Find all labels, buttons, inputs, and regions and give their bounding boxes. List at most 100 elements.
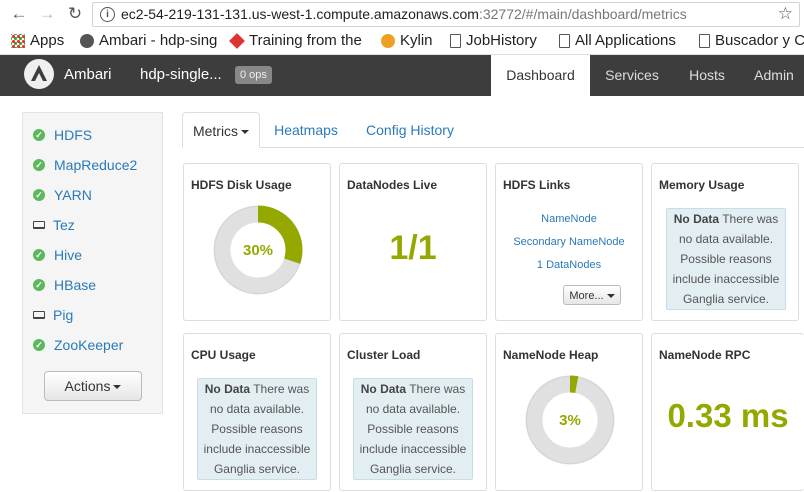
actions-button[interactable]: Actions xyxy=(44,371,142,401)
reload-icon[interactable]: ↻ xyxy=(64,3,86,25)
widget-namenode-heap[interactable]: NameNode Heap 3% xyxy=(495,333,643,491)
bookmark-label: Ambari - hdp-sing xyxy=(99,32,218,49)
bookmarks-bar: Apps Ambari - hdp-sing Training from the… xyxy=(0,28,804,55)
page-icon xyxy=(699,33,710,48)
more-label: More... xyxy=(569,290,604,302)
apps-grid-icon xyxy=(11,33,25,48)
bookmark-training[interactable]: Training from the xyxy=(229,32,362,49)
back-arrow-icon[interactable]: ← xyxy=(8,3,30,25)
widget-cluster-load[interactable]: Cluster Load No Data There was no data a… xyxy=(339,333,487,491)
no-data-text: There was no data available. Possible re… xyxy=(359,382,467,476)
widget-title: CPU Usage xyxy=(191,348,256,362)
no-data-message: No Data There was no data available. Pos… xyxy=(197,378,317,480)
cluster-name[interactable]: hdp-single... xyxy=(140,66,222,83)
widget-namenode-rpc[interactable]: NameNode RPC 0.33 ms xyxy=(651,333,804,491)
sidebar-item-mapreduce2[interactable]: ✓ MapReduce2 xyxy=(33,157,137,173)
tab-config-history[interactable]: Config History xyxy=(356,112,464,148)
sidebar-item-tez[interactable]: Tez xyxy=(33,217,75,233)
page-icon xyxy=(559,33,570,48)
service-label: MapReduce2 xyxy=(54,157,138,173)
bookmark-jobhistory[interactable]: JobHistory xyxy=(450,32,537,49)
ops-badge[interactable]: 0 ops xyxy=(235,66,272,84)
url-text[interactable]: ec2-54-219-131-131.us-west-1.compute.ama… xyxy=(121,6,687,22)
link-namenode[interactable]: NameNode xyxy=(496,213,642,225)
sidebar-item-hbase[interactable]: ✓ HBase xyxy=(33,277,96,293)
widget-title: Memory Usage xyxy=(659,178,745,192)
sidebar-item-hdfs[interactable]: ✓ HDFS xyxy=(33,127,92,143)
service-label: HBase xyxy=(54,277,97,293)
bookmark-label: Buscador y C xyxy=(715,32,804,49)
ambari-icon xyxy=(80,33,94,48)
bookmark-label: Apps xyxy=(30,32,65,49)
check-circle-icon: ✓ xyxy=(33,249,45,261)
forward-arrow-icon[interactable]: → xyxy=(36,3,58,25)
tab-heatmaps[interactable]: Heatmaps xyxy=(264,112,348,148)
url-path: :32772/#/main/dashboard/metrics xyxy=(478,6,687,22)
training-icon xyxy=(229,32,245,49)
link-datanodes[interactable]: 1 DataNodes xyxy=(496,259,642,271)
nav-services[interactable]: Services xyxy=(594,55,670,96)
widget-hdfs-links[interactable]: HDFS Links NameNode Secondary NameNode 1… xyxy=(495,163,643,321)
nav-dashboard[interactable]: Dashboard xyxy=(491,55,590,96)
widget-cpu-usage[interactable]: CPU Usage No Data There was no data avai… xyxy=(183,333,331,491)
page-icon xyxy=(450,33,461,48)
sidebar-item-yarn[interactable]: ✓ YARN xyxy=(33,187,92,203)
bookmark-label: Kylin xyxy=(400,32,433,49)
namenode-rpc-value: 0.33 ms xyxy=(667,397,789,434)
link-secondary-namenode[interactable]: Secondary NameNode xyxy=(496,236,642,248)
datanodes-live-value: 1/1 xyxy=(389,229,437,267)
check-circle-icon: ✓ xyxy=(33,189,45,201)
widget-hdfs-disk-usage[interactable]: HDFS Disk Usage 30% xyxy=(183,163,331,321)
bookmark-ambari[interactable]: Ambari - hdp-sing xyxy=(80,32,217,49)
tab-metrics[interactable]: Metrics xyxy=(182,112,260,148)
url-host: ec2-54-219-131-131.us-west-1.compute.ama… xyxy=(121,6,479,22)
more-button[interactable]: More... xyxy=(563,285,621,305)
sidebar-item-zookeeper[interactable]: ✓ ZooKeeper xyxy=(33,337,123,353)
bookmark-kylin[interactable]: Kylin xyxy=(381,32,433,49)
bookmark-star-icon[interactable]: ☆ xyxy=(778,4,793,24)
ambari-logo-icon[interactable] xyxy=(24,59,54,89)
info-icon[interactable]: i xyxy=(100,7,115,22)
bookmark-label: All Applications xyxy=(575,32,676,49)
bookmark-label: Training from the xyxy=(249,32,362,49)
laptop-icon xyxy=(33,311,45,319)
services-sidebar: ✓ HDFS ✓ MapReduce2 ✓ YARN Tez ✓ Hive ✓ HBase… xyxy=(22,112,163,414)
caret-down-icon xyxy=(113,385,122,390)
widget-memory-usage[interactable]: Memory Usage No Data There was no data a… xyxy=(651,163,799,321)
laptop-icon xyxy=(33,221,45,229)
kylin-icon xyxy=(381,33,395,48)
service-label: ZooKeeper xyxy=(54,337,124,353)
bookmark-all-applications[interactable]: All Applications xyxy=(559,32,676,49)
check-circle-icon: ✓ xyxy=(33,279,45,291)
namenode-heap-value: 3% xyxy=(559,412,581,429)
service-label: YARN xyxy=(54,187,92,203)
sidebar-item-hive[interactable]: ✓ Hive xyxy=(33,247,82,263)
no-data-message: No Data There was no data available. Pos… xyxy=(353,378,473,480)
check-circle-icon: ✓ xyxy=(33,129,45,141)
sidebar-item-pig[interactable]: Pig xyxy=(33,307,73,323)
no-data-text: There was no data available. Possible re… xyxy=(203,382,311,476)
check-circle-icon: ✓ xyxy=(33,159,45,171)
bookmark-apps[interactable]: Apps xyxy=(11,32,64,49)
widget-title: NameNode RPC xyxy=(659,348,751,362)
bookmark-buscador[interactable]: Buscador y C xyxy=(699,32,804,49)
disk-usage-value: 30% xyxy=(243,242,273,259)
disk-usage-donut: 30% xyxy=(213,205,303,295)
tab-label: Metrics xyxy=(192,123,239,139)
caret-down-icon xyxy=(241,130,250,135)
service-label: HDFS xyxy=(54,127,93,143)
nav-hosts[interactable]: Hosts xyxy=(676,55,738,96)
no-data-label: No Data xyxy=(360,382,407,396)
caret-down-icon xyxy=(606,294,615,299)
actions-label: Actions xyxy=(64,378,111,394)
no-data-label: No Data xyxy=(204,382,251,396)
widget-datanodes-live[interactable]: DataNodes Live 1/1 xyxy=(339,163,487,321)
namenode-heap-donut: 3% xyxy=(525,375,615,465)
address-bar[interactable]: i ec2-54-219-131-131.us-west-1.compute.a… xyxy=(92,2,800,27)
widget-title: Cluster Load xyxy=(347,348,421,362)
brand-name[interactable]: Ambari xyxy=(64,66,112,83)
nav-admin[interactable]: Admin xyxy=(744,55,804,96)
no-data-message: No Data There was no data available. Pos… xyxy=(666,208,786,310)
service-label: Pig xyxy=(53,307,74,323)
bookmark-label: JobHistory xyxy=(466,32,537,49)
